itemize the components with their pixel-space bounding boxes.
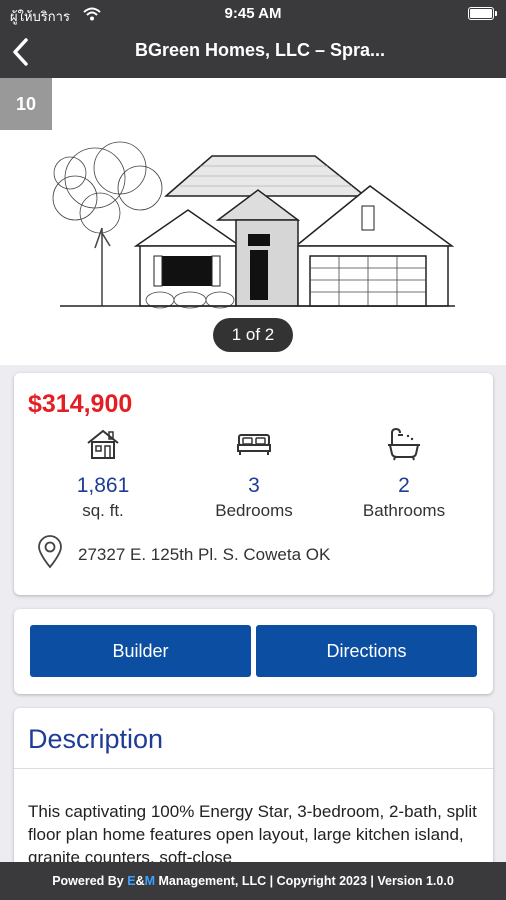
house-elevation-image bbox=[52, 141, 455, 309]
listing-summary-card: $314,900 1,861 sq. ft. 3 Bedrooms 2 Bath… bbox=[14, 373, 493, 595]
footer-prefix: Powered By bbox=[52, 874, 128, 888]
stat-square-feet: 1,861 sq. ft. bbox=[28, 425, 178, 521]
status-bar: ผู้ให้บริการ 9:45 AM bbox=[0, 0, 506, 28]
directions-button[interactable]: Directions bbox=[256, 625, 477, 677]
back-button[interactable] bbox=[8, 36, 36, 68]
square-feet-value: 1,861 bbox=[76, 474, 130, 497]
bed-icon bbox=[179, 425, 329, 463]
bathrooms-value: 2 bbox=[398, 474, 410, 497]
square-feet-label: sq. ft. bbox=[82, 501, 124, 520]
description-body: This captivating 100% Energy Star, 3-bed… bbox=[28, 802, 477, 867]
builder-button[interactable]: Builder bbox=[30, 625, 251, 677]
page-title: BGreen Homes, LLC – Spra... bbox=[134, 40, 386, 60]
photo-gallery[interactable]: 10 1 of 2 bbox=[0, 78, 506, 365]
divider bbox=[14, 768, 493, 769]
price: $314,900 bbox=[28, 390, 133, 418]
location-pin-icon bbox=[36, 535, 64, 574]
description-title: Description bbox=[28, 724, 164, 754]
address-text: 27327 E. 125th Pl. S. Coweta OK bbox=[78, 544, 331, 564]
battery-icon bbox=[468, 7, 497, 20]
bedrooms-label: Bedrooms bbox=[215, 501, 293, 520]
footer-suffix: Management, LLC | Copyright 2023 | Versi… bbox=[155, 874, 454, 888]
footer-brand-amp: & bbox=[135, 874, 145, 888]
stat-bedrooms: 3 Bedrooms bbox=[179, 425, 329, 521]
clock: 9:45 AM bbox=[224, 5, 282, 22]
bathrooms-label: Bathrooms bbox=[362, 501, 446, 520]
stat-bathrooms: 2 Bathrooms bbox=[329, 425, 479, 521]
footer-brand-e: E bbox=[127, 874, 136, 888]
house-icon bbox=[28, 425, 178, 463]
footer-brand-m: M bbox=[144, 874, 156, 888]
address-row[interactable]: 27327 E. 125th Pl. S. Coweta OK bbox=[36, 535, 330, 574]
bathtub-icon bbox=[329, 425, 479, 463]
navigation-bar: ผู้ให้บริการ 9:45 AM BGreen Homes, LLC –… bbox=[0, 0, 506, 78]
bedrooms-value: 3 bbox=[248, 474, 260, 497]
footer: Powered By E&M Management, LLC | Copyrig… bbox=[0, 862, 506, 900]
chevron-left-icon bbox=[13, 38, 28, 66]
photo-count-badge: 10 bbox=[0, 78, 52, 130]
photo-pager: 1 of 2 bbox=[213, 318, 293, 352]
actions-card: Builder Directions bbox=[14, 609, 493, 694]
